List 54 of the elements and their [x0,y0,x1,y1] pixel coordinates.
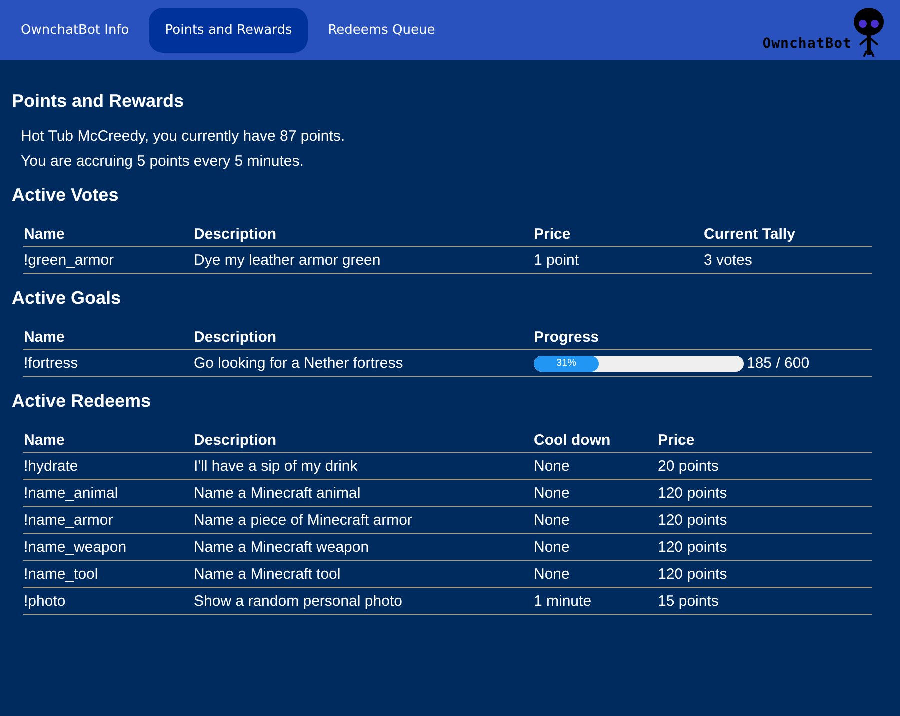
table-cell: !photo [23,588,193,614]
page-title: Points and Rewards [12,91,186,112]
table-cell: Dye my leather armor green [193,246,533,274]
table-cell: Name a Minecraft weapon [193,534,533,560]
table-cell: !name_weapon [23,534,193,560]
nav-tab[interactable]: OwnchatBot Info [5,8,146,52]
table-cell: !name_tool [23,560,193,588]
table-cell: None [533,480,657,506]
table-cell: !name_armor [23,506,193,534]
table-cell: Name a Minecraft animal [193,480,533,506]
section-title: Active Votes [12,185,120,206]
summary-text: Hot Tub McCreedy, you currently have 87 points. [21,127,346,146]
table-cell: Go looking for a Nether fortress [193,350,533,376]
table-cell: Name a Minecraft tool [193,560,533,588]
table-cell: 20 points [657,452,872,480]
column-header: Current Tally [703,222,872,246]
progress-percent: 31% [556,358,577,369]
table-cell: None [533,560,657,588]
section-title: Active Goals [12,288,122,309]
table-cell: !hydrate [23,452,193,480]
column-header: Price [657,428,872,452]
column-header: Description [193,428,533,452]
table-cell: !name_animal [23,480,193,506]
table-cell: Name a piece of Minecraft armor [193,506,533,534]
robot-icon [852,5,886,57]
column-header: Cool down [533,428,657,452]
summary-text: You are accruing 5 points every 5 minutes. [21,152,305,171]
nav-tab[interactable]: Redeems Queue [312,8,452,52]
progress-reading: 185 / 600 [747,355,810,372]
table-cell: 120 points [657,506,872,534]
section-title: Active Redeems [12,391,152,412]
table-cell: 1 point [533,246,703,274]
column-header: Price [533,222,703,246]
table-cell: !green_armor [23,246,193,274]
column-header: Progress [533,325,872,350]
table-cell: I'll have a sip of my drink [193,452,533,480]
logo-text: OwnchatBot [762,36,852,52]
table-cell: None [533,506,657,534]
table-cell: Show a random personal photo [193,588,533,614]
table-cell: 120 points [657,480,872,506]
column-header: Description [193,325,533,350]
table-cell: 3 votes [703,246,872,274]
table-cell: 15 points [657,588,872,614]
table-cell: None [533,534,657,560]
table-cell: 120 points [657,534,872,560]
column-header: Name [23,222,193,246]
table-cell: 1 minute [533,588,657,614]
column-header: Name [23,428,193,452]
column-header: Name [23,325,193,350]
table-cell: 120 points [657,560,872,588]
column-header: Description [193,222,533,246]
table-cell: None [533,452,657,480]
table-cell: !fortress [23,350,193,376]
nav-tab[interactable]: Points and Rewards [149,8,308,52]
